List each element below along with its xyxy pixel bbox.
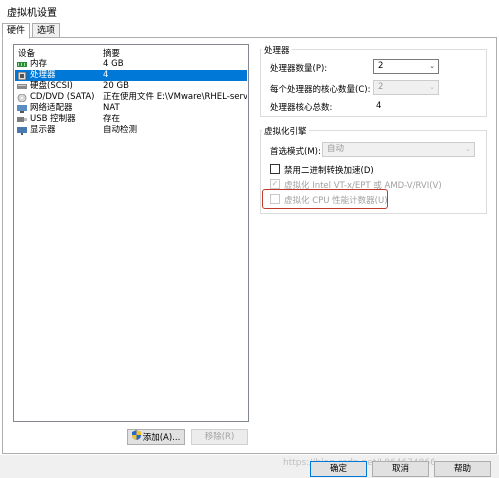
device-name: 内存 [30,59,48,69]
title-bar: 虚拟机设置 [0,0,499,22]
device-row-processor[interactable]: 处理器 4 [15,70,247,81]
device-summary: 自动检测 [103,125,138,135]
total-cores-value: 4 [376,101,382,111]
add-device-button[interactable]: 添加(A)... [127,429,185,445]
device-name: 硬盘(SCSI) [30,81,73,91]
device-summary: 20 GB [103,81,129,91]
checkmark-icon: ✓ [271,179,279,188]
display-icon [17,127,27,135]
processor-count-label: 处理器数量(P): [270,64,328,74]
usb-icon [17,116,27,123]
chevron-down-icon: ⌄ [429,62,435,70]
device-row-display[interactable]: 显示器 自动检测 [15,125,247,136]
processors-group-title: 处理器 [262,44,292,56]
device-row-cdrom[interactable]: CD/DVD (SATA) 正在使用文件 E:\VMware\RHEL-serv… [15,92,247,103]
virtualization-group-title: 虚拟化引擎 [262,125,309,137]
tab-hardware[interactable]: 硬件 [2,23,31,39]
device-row-network[interactable]: 网络适配器 NAT [15,103,247,114]
preferred-mode-value: 自动 [327,144,345,154]
chevron-down-icon: ⌄ [465,145,471,153]
cores-per-processor-select[interactable]: 2 ⌄ [373,80,439,95]
device-row-harddisk[interactable]: 硬盘(SCSI) 20 GB [15,81,247,92]
device-summary: 正在使用文件 E:\VMware\RHEL-serv... [103,92,247,102]
help-button[interactable]: 帮助 [434,461,491,477]
preferred-mode-label: 首选模式(M): [270,147,321,157]
tab-strip: 硬件 选项 [0,22,499,39]
cores-per-processor-value: 2 [378,82,384,92]
virtualize-vtx-checkbox[interactable]: ✓ [270,179,280,189]
device-summary: 4 [103,70,109,80]
cdrom-icon [17,93,27,103]
preferred-mode-select[interactable]: 自动 ⌄ [322,142,475,157]
network-icon [17,105,27,113]
cpu-icon [17,71,27,81]
device-name: 处理器 [30,70,56,80]
remove-device-button[interactable]: 移除(R) [191,429,248,445]
device-summary: NAT [103,103,120,113]
processor-count-value: 2 [378,61,384,71]
device-summary: 存在 [103,114,121,124]
cores-per-processor-label: 每个处理器的核心数量(C): [270,85,371,95]
device-row-usb[interactable]: USB 控制器 存在 [15,114,247,125]
device-list-header: 设备 摘要 [18,47,246,59]
highlight-annotation-box [262,189,388,209]
cancel-button[interactable]: 取消 [372,461,429,477]
device-row-memory[interactable]: 内存 4 GB [15,59,247,70]
shield-icon [131,430,141,445]
disk-icon [17,83,27,90]
device-name: 显示器 [30,125,56,135]
memory-icon [17,61,27,68]
device-name: USB 控制器 [30,114,76,124]
device-list[interactable]: 设备 摘要 内存 4 GB 处理器 4 硬盘(SCSI) 20 GB CD/DV… [13,44,249,422]
header-summary[interactable]: 摘要 [103,47,120,59]
chevron-down-icon: ⌄ [429,83,435,91]
ok-button[interactable]: 确定 [310,461,367,477]
window-title: 虚拟机设置 [7,8,57,19]
add-device-label: 添加(A)... [142,433,181,443]
processor-count-select[interactable]: 2 ⌄ [373,59,439,74]
header-device[interactable]: 设备 [18,47,35,59]
device-name: CD/DVD (SATA) [30,92,95,102]
disable-binary-translation-label: 禁用二进制转换加速(D) [284,166,374,176]
disable-binary-translation-checkbox[interactable] [270,164,280,174]
device-name: 网络适配器 [30,103,73,113]
total-cores-label: 处理器核心总数: [270,103,333,113]
device-summary: 4 GB [103,59,124,69]
